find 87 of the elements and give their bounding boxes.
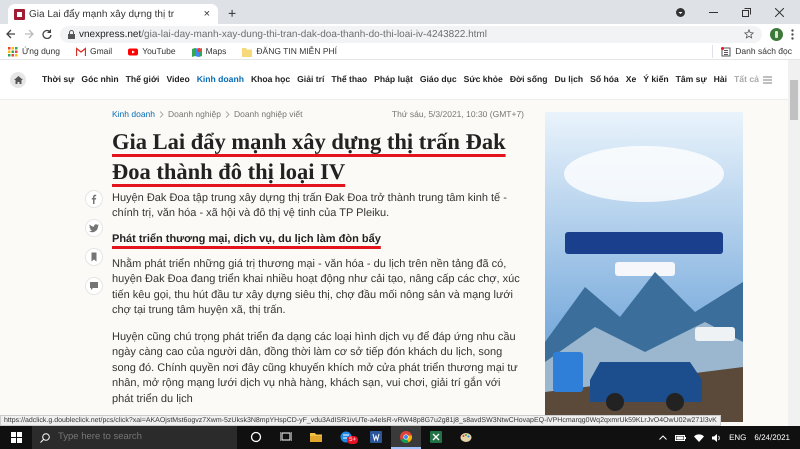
- new-tab-button[interactable]: +: [226, 6, 238, 20]
- star-icon[interactable]: [744, 29, 754, 39]
- bookmark[interactable]: Ứng dụng: [8, 45, 60, 58]
- taskbar-search-field[interactable]: Type here to search: [58, 430, 208, 445]
- back-icon[interactable]: [6, 29, 16, 39]
- breadcrumb-link[interactable]: Doanh nghiệp viết: [234, 108, 302, 121]
- address-bar[interactable]: vnexpress.net/gia-lai-day-manh-xay-dung-thi-tran-dak-doa-thanh-do-thi-loai-iv-4243822.html: [60, 26, 762, 42]
- wifi-icon[interactable]: [694, 434, 704, 442]
- home-icon: [14, 76, 22, 84]
- cortana-icon: [250, 430, 262, 442]
- scrollbar[interactable]: [788, 60, 800, 426]
- comment-icon: [89, 281, 99, 291]
- facebook-share-button[interactable]: [85, 190, 103, 208]
- bookmark-icon: [89, 252, 99, 262]
- nav-link[interactable]: Pháp luật: [374, 73, 413, 86]
- breadcrumb-link[interactable]: Doanh nghiệp: [168, 108, 221, 121]
- bookmark[interactable]: YouTube: [128, 45, 176, 58]
- restore-icon[interactable]: [742, 8, 751, 16]
- nav-link[interactable]: Sức khỏe: [464, 73, 503, 86]
- taskbar-app-button[interactable]: [391, 426, 421, 449]
- maps-icon: [192, 46, 202, 56]
- bookmark[interactable]: Maps: [192, 45, 226, 58]
- nav-link[interactable]: Tâm sự: [676, 73, 707, 86]
- publish-date: Thứ sáu, 5/3/2021, 10:30 (GMT+7): [392, 108, 524, 121]
- nav-link[interactable]: Đời sống: [510, 73, 548, 86]
- search-icon: [40, 432, 50, 442]
- gmail-icon: [76, 46, 86, 56]
- reading-list-button[interactable]: Danh sách đọc: [712, 45, 792, 58]
- language-indicator[interactable]: ENG: [729, 432, 746, 444]
- close-tab-button[interactable]: ×: [202, 8, 212, 20]
- bookmark[interactable]: ĐĂNG TIN MIỄN PHÍ: [242, 45, 337, 58]
- chrome-icon: [400, 430, 412, 442]
- menu-icon[interactable]: [791, 28, 794, 40]
- bookmark[interactable]: Gmail: [76, 45, 112, 58]
- folder-icon: [242, 46, 252, 56]
- section-heading: Phát triển thương mại, dịch vụ, du lịch làm đòn bẩy: [112, 232, 382, 247]
- article-title: Gia Lai đẩy mạnh xây dựng thị trấn Đak Đoa thành đô thị loại IV: [112, 128, 507, 186]
- bookmark-share-button[interactable]: [85, 248, 103, 266]
- nav-link[interactable]: Video: [166, 73, 190, 86]
- nav-link[interactable]: Du lịch: [554, 73, 584, 86]
- nav-link[interactable]: Góc nhìn: [81, 73, 119, 86]
- nav-link[interactable]: Số hóa: [590, 73, 619, 86]
- profile-icon[interactable]: [676, 8, 685, 16]
- home-button[interactable]: [10, 72, 26, 88]
- windows-icon: [10, 432, 22, 443]
- reading-list-icon: [721, 46, 732, 56]
- facebook-icon: [89, 194, 99, 204]
- nav-link[interactable]: Giáo dục: [420, 73, 457, 86]
- taskbar-search-box[interactable]: Type here to search: [32, 426, 237, 449]
- url-path: /gia-lai-day-manh-xay-dung-thi-tran-dak-doa-thanh-do-thi-loai-iv-4243822.html: [141, 28, 487, 40]
- avatar-icon[interactable]: [770, 28, 783, 40]
- chevron-icon: [159, 110, 164, 118]
- tab-title: Gia Lai đẩy mạnh xây dựng thị tr: [29, 8, 176, 22]
- nav-link[interactable]: Ý kiến: [643, 73, 669, 86]
- document-app-icon: [370, 430, 382, 442]
- palette-icon: [460, 430, 472, 442]
- article-paragraph: Nhằm phát triển những giá trị thương mại - văn hóa - du lịch trên nền tảng đã có, huyện Đak Đoa đang triển khai nhiều hoạt động như cải tạo, nâng cấp các chợ, xúc tiến kêu gọi, thu hút đầu tư xây dựng siêu thị, chợ đầu mối nông sản và mạng lưới chợ tại trung tâm huyện xã, thị trấn.: [112, 256, 521, 318]
- lock-icon: [68, 30, 75, 38]
- nav-link[interactable]: Thể thao: [331, 73, 368, 86]
- nav-link[interactable]: Thế giới: [126, 73, 160, 86]
- nav-link[interactable]: Hài: [714, 73, 728, 86]
- chevron-up-icon[interactable]: [659, 435, 668, 440]
- battery-icon[interactable]: [675, 434, 686, 440]
- nav-link[interactable]: Giải trí: [297, 73, 324, 86]
- article-summary: Huyện Đak Đoa tập trung xây dựng thị trấn Đak Đoa trở thành trung tâm kinh tế - chính trị, văn hóa - xã hội và đô thị vệ tinh của TP Pleiku.: [112, 190, 508, 221]
- youtube-icon: [128, 46, 138, 56]
- url-host: vnexpress.net: [79, 28, 142, 40]
- breadcrumb-link[interactable]: Kinh doanh: [112, 108, 156, 121]
- apps-icon: [8, 46, 18, 56]
- article-paragraph: Huyện cũng chú trọng phát triển đa dạng các loại hình dịch vụ để đáp ứng nhu cầu ngày càng cao của người dân, đồng thời làm cơ sở tiếp đón khách du lịch, song song đó. Chính quyền nơi đây cũng khuyến khích mở cửa phát triển thương mại tư nhân, mở rộng mạng lưới dịch vụ nhà hàng, khách sạn, vui chơi, giải trí gắn với phát triển du lịch: [112, 330, 519, 407]
- twitter-share-button[interactable]: [85, 219, 103, 237]
- chevron-icon: [224, 110, 230, 118]
- favicon-icon: [14, 8, 25, 20]
- nav-link[interactable]: Kinh doanh: [196, 73, 244, 86]
- spreadsheet-app-icon: [430, 430, 442, 442]
- taskbar-date[interactable]: 6/24/2021: [754, 432, 790, 444]
- nav-link[interactable]: Thời sự: [42, 73, 74, 86]
- twitter-icon: [89, 223, 99, 233]
- nav-link[interactable]: Xe: [626, 73, 636, 86]
- reload-icon[interactable]: [42, 29, 52, 39]
- folder-icon: [310, 430, 322, 442]
- task-view-icon: [280, 430, 292, 442]
- comment-share-button[interactable]: [85, 277, 103, 295]
- nav-link[interactable]: Khoa học: [250, 73, 290, 86]
- browser-tab[interactable]: Gia Lai đẩy mạnh xây dựng thị tr ×: [8, 4, 218, 24]
- close-icon[interactable]: [775, 8, 784, 16]
- speaker-icon[interactable]: [712, 434, 722, 442]
